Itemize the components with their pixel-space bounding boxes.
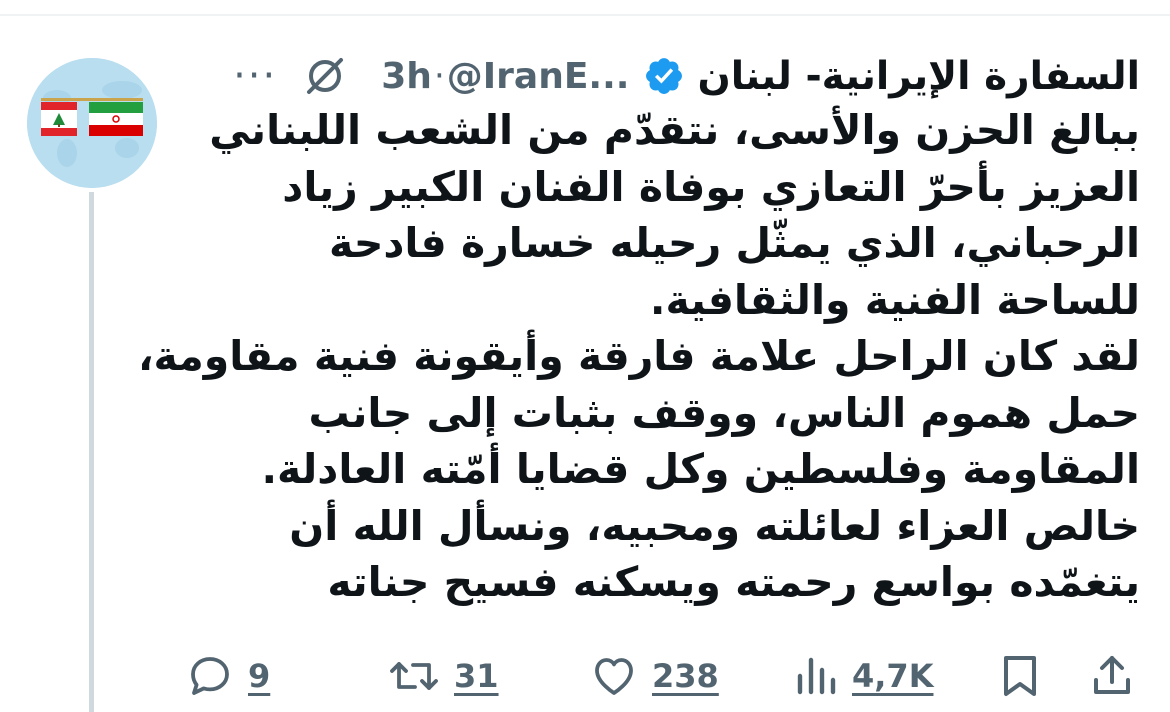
- tweet-body-line: يتغمّده بواسع رحمته ويسكنه فسيح جناته: [327, 558, 1140, 606]
- bookmark-button[interactable]: [998, 648, 1042, 704]
- display-name[interactable]: السفارة الإيرانية- لبنان: [697, 54, 1140, 99]
- grok-icon[interactable]: [303, 54, 347, 98]
- tweet-body-line: العزيز بأحرّ التعازي بوفاة الفنان الكبير…: [282, 162, 1140, 211]
- like-button[interactable]: 238: [590, 648, 719, 704]
- views-count[interactable]: 4,7K: [852, 657, 933, 695]
- reply-icon: [191, 657, 229, 695]
- more-dots-icon[interactable]: ···: [233, 56, 277, 96]
- tweet-body-line: خالص العزاء لعائلته ومحبيه، ونسأل الله أ…: [289, 501, 1140, 550]
- avatar[interactable]: [27, 58, 157, 188]
- tweet-body-line: لقد كان الراحل علامة فارقة وأيقونة فنية …: [137, 332, 1140, 380]
- views-button[interactable]: 4,7K: [794, 648, 933, 704]
- flags-logo-icon: [27, 58, 157, 188]
- tweet-header: ··· 3h · @IranE... السفارة الإيرانية- لب…: [233, 48, 1140, 104]
- tweet-body-line: ببالغ الحزن والأسى، نتقدّم من الشعب اللب…: [209, 106, 1140, 154]
- like-count[interactable]: 238: [652, 657, 719, 695]
- separator-dot: ·: [433, 56, 445, 96]
- tweet-body-line: المقاومة وفلسطين وكل قضايا أمّته العادلة…: [261, 445, 1140, 493]
- tweet-body-line: للساحة الفنية والثقافية.: [649, 275, 1140, 324]
- thread-line: [89, 192, 94, 712]
- retweet-icon: [390, 662, 438, 690]
- heart-icon: [595, 658, 633, 695]
- bookmark-icon: [1004, 656, 1036, 696]
- analytics-icon: [797, 657, 836, 695]
- reply-button[interactable]: 9: [186, 648, 270, 704]
- top-divider: [0, 14, 1170, 16]
- tweet-body-line: الرحباني، الذي يمثّل رحيله خسارة فادحة: [328, 219, 1140, 267]
- retweet-button[interactable]: 31: [388, 648, 499, 704]
- user-handle[interactable]: @IranE...: [447, 56, 630, 97]
- tweet-time[interactable]: 3h: [381, 56, 432, 97]
- reply-count[interactable]: 9: [248, 657, 270, 695]
- share-button[interactable]: [1090, 648, 1134, 704]
- verified-badge-icon: [646, 58, 683, 94]
- tweet-body: ببالغ الحزن والأسى، نتقدّم من الشعب اللب…: [137, 102, 1140, 611]
- action-bar: 9 31 238 4,7K: [0, 648, 1170, 704]
- tweet-body-line: حمل هموم الناس، ووقف بثبات إلى جانب: [308, 388, 1140, 437]
- share-icon: [1094, 656, 1130, 694]
- retweet-count[interactable]: 31: [454, 657, 499, 695]
